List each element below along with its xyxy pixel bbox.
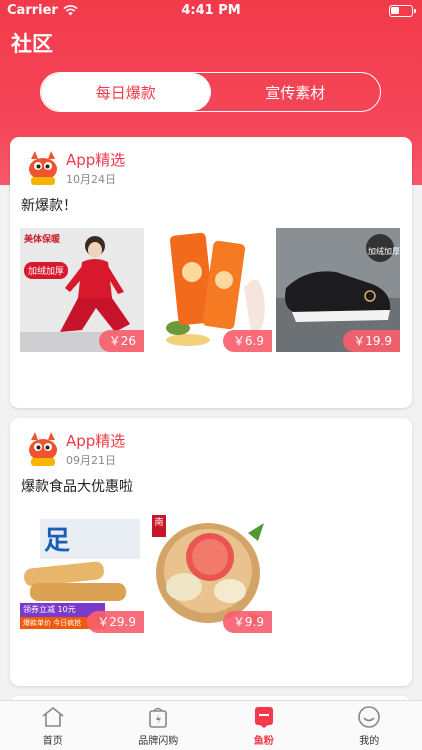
product-badge: 美体保暖 [24, 235, 61, 245]
tab-mine[interactable]: 我的 [317, 701, 422, 750]
tab-daily-hot[interactable]: 每日爆款 [41, 73, 211, 111]
price-tag: ￥9.9 [222, 611, 272, 633]
profile-smile-icon [358, 706, 381, 728]
status-time: 4:41 PM [181, 3, 241, 18]
fish-fan-icon [254, 707, 273, 728]
product-badge: 加绒加厚 [24, 262, 69, 279]
segment-control: 每日爆款 宣传素材 [40, 72, 381, 112]
tab-bar: 首页 品牌闪购 鱼粉 我的 [0, 700, 422, 750]
tab-label: 品牌闪购 [138, 736, 179, 747]
tab-label: 首页 [42, 736, 63, 747]
battery-icon [389, 5, 416, 17]
mascot-avatar-icon [29, 151, 57, 185]
product-badge: 南 [152, 515, 166, 537]
svg-text:足: 足 [44, 526, 70, 556]
price-tag: ￥26 [98, 330, 144, 352]
post-author[interactable]: App精选 [66, 149, 125, 170]
product-thumbnail[interactable]: ￥6.9 [148, 228, 272, 352]
status-bar: Carrier 4:41 PM [0, 0, 422, 22]
product-thumbnail[interactable]: 加绒加厚 ￥19.9 [276, 228, 400, 352]
product-thumbnail[interactable]: 足 领券立减 10元 爆款单价 今日疯抢 ￥29.9 [20, 509, 144, 633]
post-date: 09月21日 [66, 454, 116, 467]
tab-label: 鱼粉 [253, 736, 274, 747]
tab-home[interactable]: 首页 [0, 701, 106, 750]
product-thumbnail[interactable]: 南 ￥9.9 [148, 509, 272, 633]
tab-label: 我的 [359, 736, 380, 747]
mascot-avatar-icon [29, 432, 57, 466]
price-tag: ￥29.9 [87, 611, 144, 633]
post-card: App精选 10月24日 新爆款！ 美体保暖 加绒加厚 ￥26 ￥6.9 加绒加… [10, 137, 412, 408]
product-thumbnail[interactable]: 美体保暖 加绒加厚 ￥26 [20, 228, 144, 352]
product-badge: 加绒加厚 [368, 247, 400, 256]
flash-bag-icon [149, 707, 168, 728]
price-tag: ￥19.9 [343, 330, 400, 352]
price-tag: ￥6.9 [222, 330, 272, 352]
page-title: 社区 [11, 32, 53, 56]
post-date: 10月24日 [66, 173, 116, 186]
home-icon [42, 706, 64, 727]
post-card: App精选 09月21日 爆款食品大优惠啦 足 领券立减 10元 爆款单价 今日… [10, 418, 412, 686]
tab-promo-material[interactable]: 宣传素材 [211, 73, 381, 111]
post-text: 爆款食品大优惠啦 [21, 479, 133, 495]
tab-fish-fans[interactable]: 鱼粉 [211, 701, 317, 750]
post-text: 新爆款！ [21, 198, 77, 214]
post-author[interactable]: App精选 [66, 430, 125, 451]
tab-brand-flash[interactable]: 品牌闪购 [106, 701, 212, 750]
